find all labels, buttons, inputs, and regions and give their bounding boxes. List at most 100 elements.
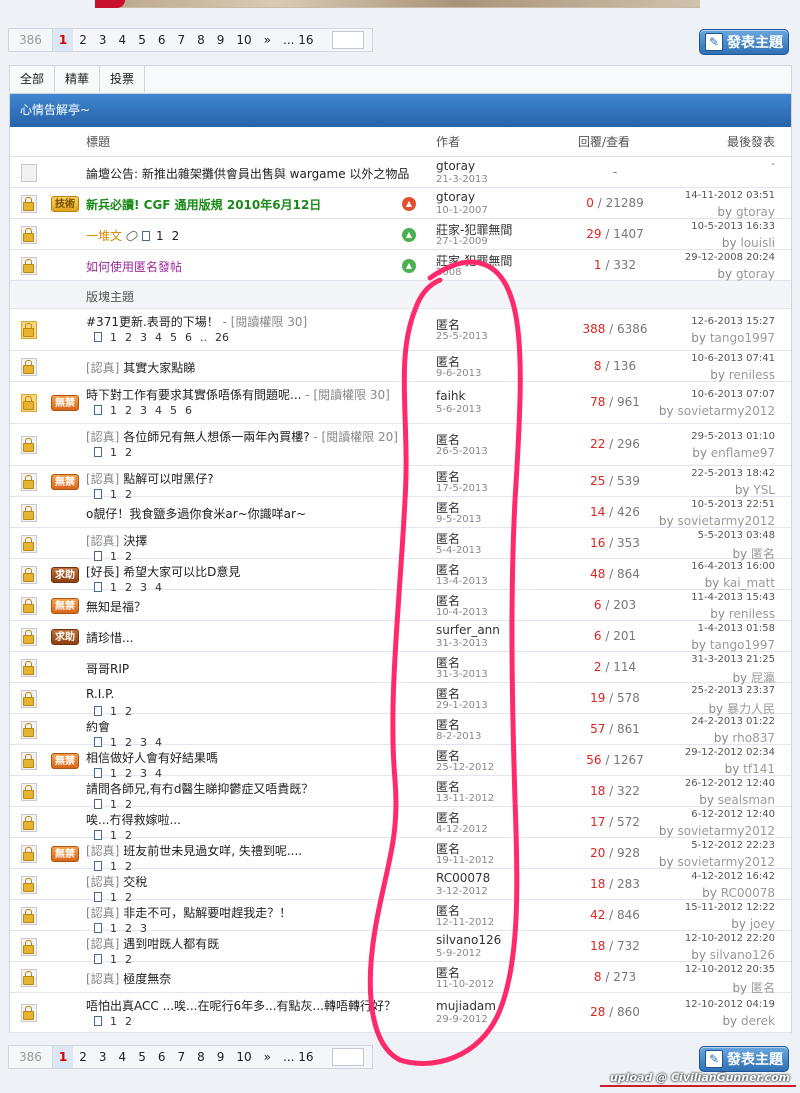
thread-row[interactable]: [認真] 非走不可，點解要咁趕我走？！ 1 2 3 匿名 12-11-2012 42 / 8… (10, 900, 791, 935)
page-link[interactable]: 9 (211, 29, 231, 51)
page-number-link[interactable]: 2 (125, 1015, 132, 1028)
page-link[interactable]: 6 (152, 1046, 172, 1068)
thread-row[interactable]: 無禁 [認真] 班友前世未見過女咩, 失禮到呢.... 1 2 匿名 19-11-2012… (10, 838, 791, 873)
last-post-username[interactable]: gtoray (736, 205, 775, 219)
page-number-link[interactable]: 5 (170, 331, 177, 344)
thread-row[interactable]: 哥哥RIP 匿名 31-3-2013 2 / 114 31-3-2013 21:25 by… (10, 652, 791, 685)
page-link[interactable]: 3 (93, 29, 113, 51)
page-number-link[interactable]: 1 (110, 331, 117, 344)
last-post-username[interactable]: tango1997 (710, 638, 775, 652)
last-post-time[interactable]: 10-5-2013 22:51 (691, 499, 775, 510)
last-post-username[interactable]: louisli (740, 236, 775, 250)
page-number-link[interactable]: 2 (125, 404, 132, 417)
page-number-link[interactable]: 3 (140, 331, 147, 344)
thread-author[interactable]: gtoray (436, 159, 475, 173)
page-number-link[interactable]: 2 (125, 331, 132, 344)
page-link[interactable]: 4 (113, 1046, 133, 1068)
page-link[interactable]: 1 (52, 29, 74, 51)
thread-row[interactable]: #371更新.表哥的下場！ - [閱讀權限 30] 1 2 3 4 5 6.. 26 匿名 25-… (10, 309, 791, 351)
last-post-time[interactable]: 10-5-2013 16:33 (691, 221, 775, 232)
page-link[interactable]: 9 (211, 1046, 231, 1068)
page-jump-input[interactable] (331, 31, 364, 49)
last-post-username[interactable]: enflame97 (711, 446, 775, 460)
thread-title-link[interactable]: 交稅 (123, 875, 147, 889)
thread-row[interactable]: 求助 請珍惜... surfer_ann 31-3-2013 6 / 201 1-4-20… (10, 621, 791, 652)
last-post-username[interactable]: sovietarmy2012 (677, 824, 775, 838)
thread-row[interactable]: 無禁 相信做好人會有好結果嗎 1 2 3 4 匿名 25-12-2012 56 / 1267 29… (10, 745, 791, 780)
thread-title-link[interactable]: [好長] 希望大家可以比D意見 (86, 565, 240, 579)
thread-title-link[interactable]: 遇到咁既人都有既 (123, 937, 219, 951)
page-link[interactable]: 8 (191, 29, 211, 51)
last-page-link[interactable]: ... 16 (277, 1046, 320, 1068)
thread-title-link[interactable]: 如何使用匿名發帖 (86, 260, 182, 274)
last-post-username[interactable]: sovietarmy2012 (677, 855, 775, 869)
thread-author[interactable]: faihk (436, 389, 465, 403)
tab-digest[interactable]: 精華 (55, 66, 101, 92)
last-post-username[interactable]: tf141 (743, 762, 775, 776)
last-page-link[interactable]: ... 16 (277, 29, 320, 51)
thread-author[interactable]: surfer_ann (436, 623, 500, 637)
next-page-link[interactable]: » (258, 1046, 277, 1068)
last-post-time[interactable]: 31-3-2013 21:25 (691, 654, 775, 665)
thread-title-link[interactable]: 相信做好人會有好結果嗎 (86, 751, 218, 765)
page-number-link[interactable]: 26 (215, 331, 229, 344)
last-post-username[interactable]: kai_matt (723, 576, 775, 590)
thread-row[interactable]: 求助 [好長] 希望大家可以比D意見 1 2 3 4 匿名 13-4-2013 48 / 864… (10, 559, 791, 594)
thread-title-link[interactable]: 各位師兄有無人想係一兩年內買樓? (123, 430, 309, 444)
thread-row[interactable]: [認真] 極度無奈 匿名 11-10-2012 8 / 273 12-10-2012 2… (10, 962, 791, 995)
thread-row[interactable]: 無禁 時下對工作有要求其實係唔係有問題呢... - [閱讀權限 30] 1 2 3 4 5 6… (10, 382, 791, 424)
pinned-thread-row[interactable]: 一堆文 1 2 ▲ 莊家-犯罪無間 27-1-2009 29 / 1407 10-5-2013… (10, 219, 791, 250)
thread-title-link[interactable]: 哥哥RIP (86, 662, 129, 676)
last-post-time[interactable]: 4-12-2012 16:42 (691, 871, 775, 882)
thread-title-link[interactable]: 請珍惜... (86, 631, 133, 645)
thread-title-link[interactable]: 班友前世未見過女咩, 失禮到呢.... (123, 844, 302, 858)
page-link[interactable]: 7 (171, 1046, 191, 1068)
thread-row[interactable]: 唔怕出真ACC ...唉...在呢行6年多...有點灰...轉唔轉行好？ 1 2 mu… (10, 993, 791, 1033)
thread-author[interactable]: silvano126 (436, 933, 501, 947)
page-link[interactable]: 2 (73, 29, 93, 51)
next-page-link[interactable]: » (258, 29, 277, 51)
thread-author[interactable]: RC00078 (436, 871, 490, 885)
thread-title-link[interactable]: 新兵必讀! CGF 通用版規 2010年6月12日 (86, 198, 321, 212)
thread-title-link[interactable]: 無知是福？ (86, 600, 146, 614)
last-post-username[interactable]: sealsman (718, 793, 775, 807)
last-post-time[interactable]: 14-11-2012 03:51 (685, 190, 775, 201)
page-number-link[interactable]: .. (200, 331, 207, 344)
last-post-time[interactable]: 12-10-2012 22:20 (685, 933, 775, 944)
page-link[interactable]: 5 (132, 1046, 152, 1068)
last-post-time[interactable]: 1-4-2013 01:58 (698, 623, 775, 634)
page-number-link[interactable]: 1 (110, 446, 117, 459)
thread-title-link[interactable]: 時下對工作有要求其實係唔係有問題呢... (86, 388, 301, 402)
thread-title-link[interactable]: #371更新.表哥的下場！ (86, 315, 219, 329)
thread-author[interactable]: mujiadam (436, 999, 496, 1013)
page-number-link[interactable]: 6 (185, 404, 192, 417)
last-post-time[interactable]: 5-5-2013 03:48 (698, 530, 775, 541)
last-post-username[interactable]: reniless (729, 368, 775, 382)
page-link[interactable]: 7 (171, 29, 191, 51)
page-link[interactable]: 4 (113, 29, 133, 51)
thread-row[interactable]: o靚仔！我食鹽多過你食米ar~你識咩ar~ 匿名 9-5-2013 14 / 426 1… (10, 497, 791, 528)
last-post-time[interactable]: 29-5-2013 01:10 (691, 431, 775, 442)
last-post-time[interactable]: 5-12-2012 22:23 (691, 840, 775, 851)
thread-title-link[interactable]: 非走不可，點解要咁趕我走？！ (123, 906, 291, 920)
thread-title-link[interactable]: 決擇 (123, 534, 147, 548)
last-post-time[interactable]: 25-2-2013 23:37 (691, 685, 775, 696)
thread-title-link[interactable]: 一堆文 (86, 229, 122, 243)
page-number-link[interactable]: 1 (110, 404, 117, 417)
last-post-time[interactable]: 29-12-2012 02:34 (685, 747, 775, 758)
page-number-link[interactable]: 4 (155, 331, 162, 344)
thread-row[interactable]: [認真] 交稅 1 2 RC00078 3-12-2012 18 / 283 4-12-20… (10, 869, 791, 904)
last-post-username[interactable]: tango1997 (710, 331, 775, 345)
page-link[interactable]: 10 (230, 1046, 257, 1068)
last-post-time[interactable]: 12-10-2012 04:19 (685, 999, 775, 1010)
last-post-username[interactable]: sovietarmy2012 (677, 514, 775, 528)
last-post-time[interactable]: 12-10-2012 20:35 (685, 964, 775, 975)
page-link[interactable]: 8 (191, 1046, 211, 1068)
thread-row[interactable]: 無禁 [認真] 點解可以咁黑仔? 1 2 匿名 17-5-2013 25 / 539 22-5… (10, 466, 791, 501)
thread-title-link[interactable]: 唔怕出真ACC ...唉...在呢行6年多...有點灰...轉唔轉行好？ (86, 999, 396, 1013)
thread-row[interactable]: [認真] 遇到咁既人都有既 1 2 silvano126 5-9-2012 18 / 73… (10, 931, 791, 966)
page-number-link[interactable]: 3 (140, 404, 147, 417)
thread-row[interactable]: 約會 1 2 3 4 匿名 8-2-2013 57 / 861 24-2-2013 01:22 b… (10, 714, 791, 749)
page-link[interactable]: 10 (230, 29, 257, 51)
last-post-time[interactable]: 11-4-2013 15:43 (691, 592, 775, 603)
